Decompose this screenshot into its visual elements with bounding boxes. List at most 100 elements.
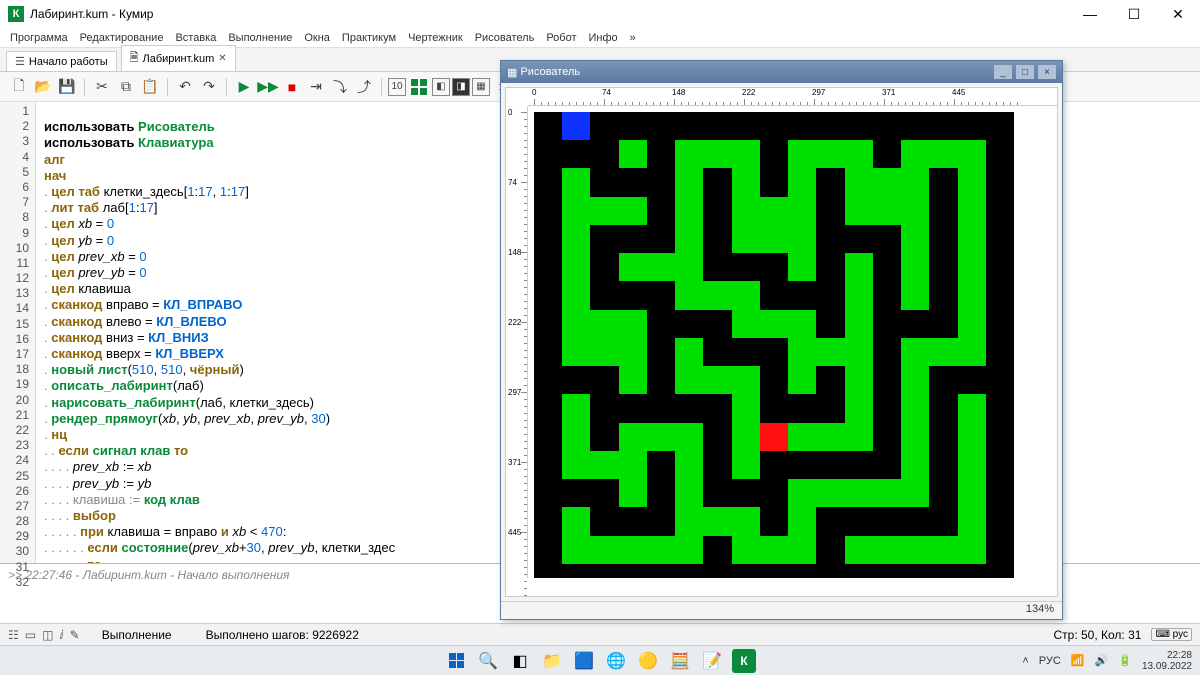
wifi-icon[interactable]: 📶 [1071,654,1085,667]
maze-cell [562,281,590,309]
close-icon[interactable]: ✕ [218,53,226,64]
panel1-icon[interactable]: ◧ [432,78,450,96]
status-icon-1[interactable]: ☷ [8,628,19,642]
start-icon[interactable] [444,649,468,673]
maximize-button[interactable]: ☐ [1112,0,1156,28]
step-out-icon[interactable]: ⤴ [353,76,375,98]
battery-icon[interactable]: 🔋 [1118,654,1132,667]
menu-run[interactable]: Выполнение [228,32,292,44]
maze-cell [619,140,647,168]
tab-label: Начало работы [29,56,108,68]
menu-insert[interactable]: Вставка [175,32,216,44]
menu-painter[interactable]: Рисователь [475,32,535,44]
maze-cell [958,479,986,507]
maze-cell [816,536,844,564]
maze-cell [703,310,731,338]
painter-close-button[interactable]: × [1038,65,1056,79]
painter-titlebar[interactable]: ▦ Рисователь _ □ × [501,61,1062,83]
maze-cell [788,168,816,196]
search-icon[interactable]: 🔍 [476,649,500,673]
painter-maximize-button[interactable]: □ [1016,65,1034,79]
painter-body: 074148222297371445 074148222297371445 [505,87,1058,597]
menu-more[interactable]: » [630,32,636,44]
maze-cell [703,507,731,535]
maze-cell [788,536,816,564]
calc-icon[interactable]: 🧮 [668,649,692,673]
maze-cell [619,394,647,422]
save-icon[interactable]: 💾 [56,76,78,98]
close-button[interactable]: ✕ [1156,0,1200,28]
maze-cell [901,394,929,422]
maze-cell [845,281,873,309]
cut-icon[interactable]: ✂ [91,76,113,98]
status-icon-3[interactable]: ◫ [42,628,53,642]
run-fast-icon[interactable]: ▶▶ [257,76,279,98]
maze-cell [647,366,675,394]
maze-cell [760,423,788,451]
panel2-icon[interactable]: ◨ [452,78,470,96]
maze-cell [901,366,929,394]
paste-icon[interactable]: 📋 [139,76,161,98]
taskbar: 🔍 ◧ 📁 🟦 🌐 🟡 🧮 📝 К ˄ РУС 📶 🔊 🔋 22:2813.09… [0,645,1200,675]
menu-info[interactable]: Инфо [589,32,618,44]
volume-icon[interactable]: 🔊 [1095,654,1109,667]
status-icon-5[interactable]: ✎ [70,628,80,642]
menu-program[interactable]: Программа [10,32,68,44]
maze-cell [732,140,760,168]
undo-icon[interactable]: ↶ [174,76,196,98]
maze-cell [929,507,957,535]
maze-cell [590,423,618,451]
status-icon-2[interactable]: ▭ [25,628,36,642]
step-into-icon[interactable]: ⤵ [329,76,351,98]
maze-cell [873,281,901,309]
maze-cell [675,225,703,253]
maze-cell [788,394,816,422]
menu-practicum[interactable]: Практикум [342,32,396,44]
toggle-10-icon[interactable]: 10 [388,78,406,96]
status-icon-4[interactable]: ⅈ [59,628,63,642]
notes-icon[interactable]: 📝 [700,649,724,673]
panel3-icon[interactable]: ▦ [472,78,490,96]
tray-chevron-icon[interactable]: ˄ [1022,655,1028,667]
tray-lang[interactable]: РУС [1039,655,1061,667]
run-icon[interactable]: ▶ [233,76,255,98]
new-file-icon[interactable]: 🗋 [8,76,30,98]
line-number: 30 [0,544,35,559]
painter-window[interactable]: ▦ Рисователь _ □ × 074148222297371445 07… [500,60,1063,620]
open-file-icon[interactable]: 📂 [32,76,54,98]
grid-icon[interactable] [408,76,430,98]
tab-start[interactable]: ☰Начало работы [6,51,117,71]
maze-cell [873,338,901,366]
edge-icon[interactable]: 🌐 [604,649,628,673]
stop-icon[interactable]: ■ [281,76,303,98]
maze-cell [590,140,618,168]
tab-file[interactable]: 🗎Лабиринт.kum✕ [121,45,236,71]
menu-windows[interactable]: Окна [304,32,330,44]
maze-cell [703,281,731,309]
task-view-icon[interactable]: ◧ [508,649,532,673]
line-number: 3 [0,134,35,149]
menu-edit[interactable]: Редактирование [80,32,164,44]
explorer-icon[interactable]: 📁 [540,649,564,673]
maze-cell [986,536,1014,564]
menu-robot[interactable]: Робот [546,32,576,44]
widgets-icon[interactable]: 🟦 [572,649,596,673]
maze-cell [901,281,929,309]
clock[interactable]: 22:2813.09.2022 [1142,650,1192,672]
painter-minimize-button[interactable]: _ [994,65,1012,79]
copy-icon[interactable]: ⧉ [115,76,137,98]
kumir-taskbar-icon[interactable]: К [732,649,756,673]
maze-cell [732,423,760,451]
step-over-icon[interactable]: ⇥ [305,76,327,98]
maze-cell [986,394,1014,422]
menu-draftsman[interactable]: Чертежник [408,32,463,44]
maze-cell [590,479,618,507]
maze-cell [845,423,873,451]
minimize-button[interactable]: — [1068,0,1112,28]
maze-cell [675,338,703,366]
chrome-icon[interactable]: 🟡 [636,649,660,673]
keyboard-layout-badge[interactable]: ⌨ рус [1151,628,1192,641]
redo-icon[interactable]: ↷ [198,76,220,98]
maze-cell [732,366,760,394]
canvas-area[interactable] [528,106,1057,578]
